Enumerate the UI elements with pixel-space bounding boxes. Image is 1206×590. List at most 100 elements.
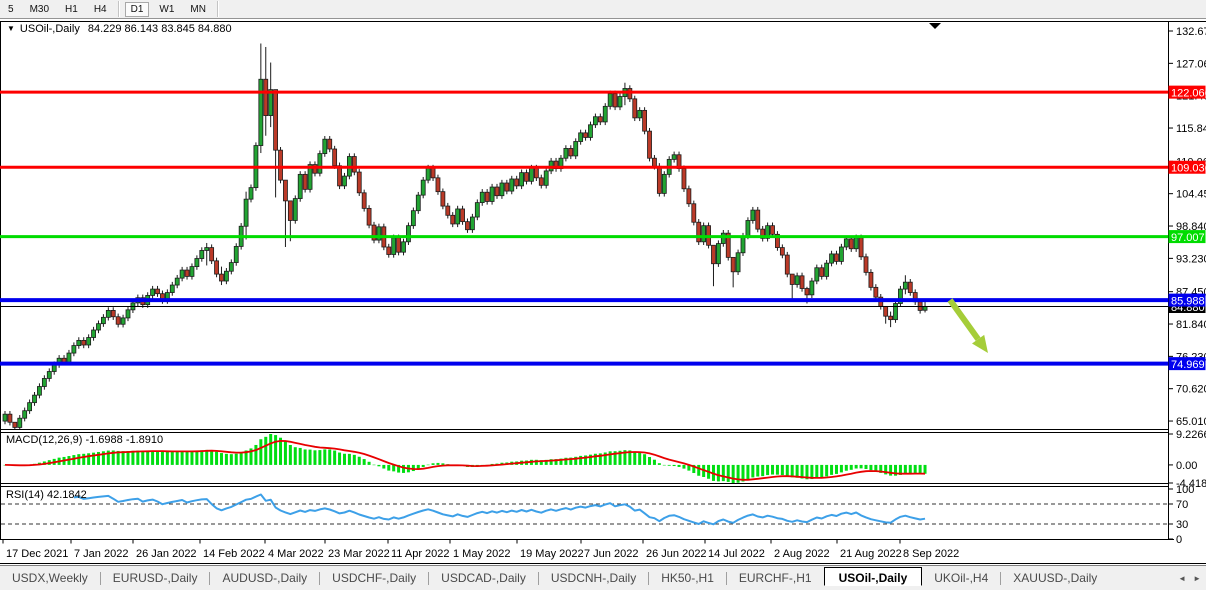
timeframe-button-D1[interactable]: D1 — [125, 2, 150, 17]
candle-body — [697, 222, 701, 242]
candle-body — [874, 287, 878, 297]
macd-bar — [294, 447, 297, 465]
macd-bar — [358, 457, 361, 465]
chart-tab-usdchf-daily[interactable]: USDCHF-,Daily — [320, 568, 428, 588]
price-tag-85.988-text: 85.988 — [1171, 296, 1205, 308]
chart-tab-ukoil-h4[interactable]: UKOil-,H4 — [922, 568, 1000, 588]
macd-bar — [186, 451, 189, 465]
candle-body — [101, 317, 105, 323]
candle-body — [293, 199, 297, 221]
macd-bar — [432, 463, 435, 465]
y-tick-label: 132.670 — [1176, 26, 1206, 38]
chart-tab-usoil-daily[interactable]: USOil-,Daily — [824, 567, 923, 586]
chart-tab-eurchf-h1[interactable]: EURCHF-,H1 — [727, 568, 824, 588]
price-tag-74.969[interactable]: 74.969 — [1169, 357, 1206, 371]
candle-body — [598, 117, 602, 122]
chart-tab-audusd-daily[interactable]: AUDUSD-,Daily — [210, 568, 319, 588]
macd-bar — [235, 454, 238, 465]
tab-scroll-right-icon[interactable]: ► — [1193, 574, 1201, 583]
chart-tab-eurusd-daily[interactable]: EURUSD-,Daily — [101, 568, 210, 588]
candle-body — [185, 270, 189, 276]
macd-bar — [786, 465, 789, 476]
macd-bar — [781, 465, 784, 475]
macd-bar — [299, 448, 302, 465]
chart-tab-usdcad-daily[interactable]: USDCAD-,Daily — [429, 568, 538, 588]
macd-bar — [402, 465, 405, 473]
candle-body — [352, 156, 356, 172]
price-tag-109.036[interactable]: 109.036 — [1169, 161, 1206, 175]
price-tag-122.066[interactable]: 122.066 — [1169, 86, 1206, 100]
macd-bar — [751, 465, 754, 478]
date-label: 26 Jan 2022 — [136, 548, 197, 560]
date-label: 26 Jun 2022 — [646, 548, 707, 560]
candle-body — [475, 203, 479, 217]
macd-bar — [382, 465, 385, 469]
macd-bar — [141, 451, 144, 465]
price-tag-85.988[interactable]: 85.988 — [1169, 294, 1206, 308]
macd-bar — [638, 452, 641, 464]
timeframe-button-M30[interactable]: M30 — [24, 2, 55, 17]
candle-body — [333, 149, 337, 166]
macd-bar — [648, 457, 651, 465]
rsi-label: RSI(14) 42.1842 — [6, 489, 87, 501]
mt4-window: 5 M30 H1 H4 D1W1 MN 132.670127.060121.450115.… — [0, 0, 1206, 590]
chart-area[interactable]: 132.670127.060121.450115.840110.060104.4… — [0, 19, 1206, 565]
candle-body — [780, 248, 784, 255]
candle-body — [736, 253, 740, 272]
candle-body — [470, 217, 474, 230]
candle-body — [505, 183, 509, 191]
candle-body — [406, 226, 410, 242]
candle-body — [392, 238, 396, 255]
candle-body — [180, 270, 184, 278]
candle-body — [244, 199, 248, 226]
candle-body — [869, 272, 873, 287]
date-label: 11 Apr 2022 — [391, 548, 450, 560]
time-axis: 17 Dec 20217 Jan 202226 Jan 202214 Feb 2… — [3, 540, 959, 561]
timeframe-toolbar: 5 M30 H1 H4 D1W1 MN — [0, 0, 1206, 19]
candle-body — [746, 220, 750, 236]
tab-scroll-left-icon[interactable]: ◄ — [1178, 574, 1186, 583]
timeframe-button-H1[interactable]: H1 — [59, 2, 84, 17]
macd-bar — [697, 465, 700, 476]
chart-tab-xauusd-daily[interactable]: XAUUSD-,Daily — [1001, 568, 1109, 588]
macd-bar — [87, 453, 90, 465]
macd-bar — [815, 465, 818, 478]
macd-bar — [205, 450, 208, 465]
date-label: 17 Dec 2021 — [6, 548, 68, 560]
candle-body — [446, 206, 450, 215]
timeframe-button-H4[interactable]: H4 — [88, 2, 113, 17]
candle-body — [579, 133, 583, 142]
candle-body — [529, 168, 533, 181]
candle-body — [564, 148, 568, 158]
chart-tab-usdx-weekly[interactable]: USDX,Weekly — [0, 568, 100, 588]
macd-bar — [771, 465, 774, 475]
candle-body — [515, 179, 519, 186]
date-label: 2 Aug 2022 — [774, 548, 830, 560]
symbol-dropdown-icon[interactable]: ▼ — [7, 24, 15, 33]
macd-bar — [830, 465, 833, 475]
macd-bar — [904, 465, 907, 474]
macd-tick-label: 0.00 — [1176, 460, 1197, 472]
candle-body — [711, 245, 715, 263]
candle-body — [894, 303, 898, 319]
candle-body — [490, 187, 494, 201]
chart-tab-usdcnh-daily[interactable]: USDCNH-,Daily — [539, 568, 648, 588]
rsi-tick-label: 70 — [1176, 499, 1188, 511]
candle-body — [121, 318, 125, 324]
trend-arrow[interactable] — [950, 300, 988, 353]
macd-bar — [313, 450, 316, 465]
chart-title: USOil-,Daily — [20, 23, 80, 35]
candle-body — [648, 131, 652, 158]
pane-borders — [0, 21, 1206, 564]
candle-body — [33, 395, 37, 402]
macd-bar — [678, 465, 681, 467]
price-tag-97.007-text: 97.007 — [1171, 232, 1205, 244]
price-tag-97.007[interactable]: 97.007 — [1169, 230, 1206, 244]
timeframe-button-5[interactable]: 5 — [2, 2, 20, 17]
candle-body — [534, 168, 538, 178]
timeframe-button-MN[interactable]: MN — [184, 2, 212, 17]
chart-tab-hk50-h1[interactable]: HK50-,H1 — [649, 568, 726, 588]
candle-body — [387, 247, 391, 254]
timeframe-button-W1[interactable]: W1 — [153, 2, 180, 17]
macd-bar — [338, 453, 341, 465]
